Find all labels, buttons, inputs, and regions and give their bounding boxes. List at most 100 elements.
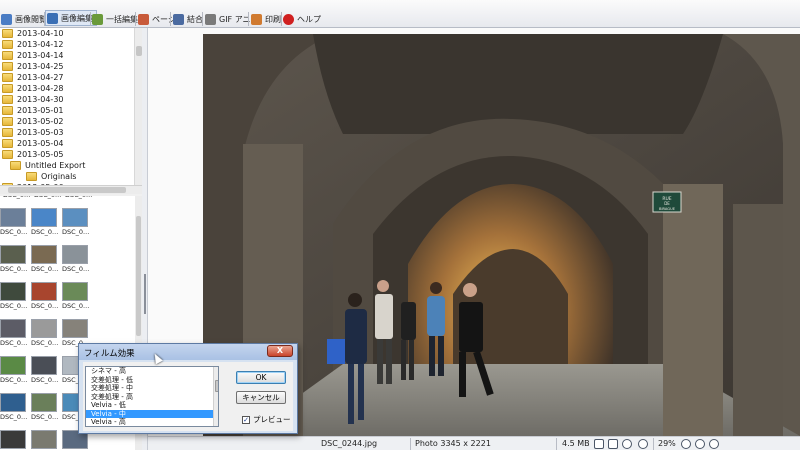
scrollbar-thumb[interactable] xyxy=(215,380,218,392)
effect-option[interactable]: シネマ - 高 xyxy=(86,367,218,376)
info-icon[interactable] xyxy=(709,439,719,449)
thumbnail-image xyxy=(31,319,57,338)
thumbnail-caption: DSC_0... xyxy=(31,339,59,347)
tab-browse[interactable]: 画像閲覧 xyxy=(0,11,50,27)
preview-checkbox[interactable]: ✓ xyxy=(242,415,250,424)
thumbnail-caption: DSC_0... xyxy=(0,228,28,236)
thumbnail-image xyxy=(0,430,26,449)
preview-option[interactable]: ✓ プレビュー xyxy=(242,414,291,425)
thumbnail-item[interactable]: DSC_0... xyxy=(0,245,28,276)
tree-item-label: 2013-04-10 xyxy=(17,28,64,38)
ok-button[interactable]: OK xyxy=(236,371,286,384)
thumbnail-item[interactable]: DSC_0... xyxy=(0,430,28,450)
tree-horizontal-scrollbar[interactable] xyxy=(0,185,142,194)
effect-option[interactable]: Velvia - 高 xyxy=(86,418,218,426)
thumbnail-item[interactable]: DSC_0... xyxy=(0,208,28,239)
thumbnail-item[interactable]: DSC_0... xyxy=(0,319,28,350)
tab-print[interactable]: 印刷 xyxy=(250,11,284,27)
sign-text: DE xyxy=(664,201,670,206)
main-toolbar: 画像閲覧 画像編集 一括編集 ページ 結合 GIF アニメ 印刷 ヘルプ xyxy=(0,0,800,28)
help-icon xyxy=(283,13,294,25)
thumbnail-item[interactable]: DSC_0... xyxy=(0,393,28,424)
thumbnail-item[interactable]: DSC_0... xyxy=(31,430,59,450)
thumbnail-item[interactable]: DSC_0... xyxy=(62,245,90,276)
thumbnail-caption: DSC_0... xyxy=(31,302,59,310)
edit-image-icon xyxy=(47,12,58,24)
thumbnail-caption: DSC_0... xyxy=(0,413,28,421)
status-dimensions: Photo 3345 x 2221 xyxy=(415,439,491,448)
zoom-in-icon[interactable] xyxy=(681,439,691,449)
folder-tree: 2013-04-10 2013-04-12 2013-04-14 2013-04… xyxy=(0,28,135,185)
thumbnail-caption: DSC_0... xyxy=(34,196,62,199)
thumbnail-item[interactable]: DSC_0... xyxy=(62,208,90,239)
status-divider xyxy=(556,438,557,450)
fullscreen-icon[interactable] xyxy=(608,439,618,449)
zoom-fit-icon[interactable] xyxy=(638,439,648,449)
zoom-out-icon[interactable] xyxy=(695,439,705,449)
thumbnail-caption: DSC_0... xyxy=(62,265,90,273)
combine-icon xyxy=(173,13,184,25)
tab-browse-label: 画像閲覧 xyxy=(15,14,47,24)
thumbnail-item[interactable]: DSC_0... xyxy=(31,319,59,350)
tab-combine-label: 結合 xyxy=(187,14,203,24)
thumbnail-item[interactable]: DSC_0... xyxy=(0,282,28,313)
status-bar: DSC_0244.jpg Photo 3345 x 2221 4.5 MB 29… xyxy=(148,436,800,450)
thumbnail-image xyxy=(31,208,57,227)
zoom-actual-icon[interactable] xyxy=(622,439,632,449)
film-effect-dialog: フィルム効果 X シネマ - 高 交差処理 - 低 交差処理 - 中 交差処理 … xyxy=(78,343,298,434)
thumbnail-caption: DSC_0... xyxy=(62,302,90,310)
thumbnail-image xyxy=(31,282,57,301)
folder-icon xyxy=(2,127,13,137)
folder-icon xyxy=(2,72,13,82)
status-divider xyxy=(410,438,411,450)
status-divider xyxy=(653,438,654,450)
tab-help[interactable]: ヘルプ xyxy=(282,11,324,27)
tree-item-label: 2013-04-30 xyxy=(17,94,64,104)
close-icon: X xyxy=(276,346,284,355)
tree-item-label: 2013-04-27 xyxy=(17,72,64,82)
cancel-button[interactable]: キャンセル xyxy=(236,391,286,404)
effect-option[interactable]: 交差処理 - 高 xyxy=(86,393,218,402)
tab-combine[interactable]: 結合 xyxy=(172,11,206,27)
tree-item-label: Untitled Export xyxy=(25,160,86,170)
thumbnail-image xyxy=(31,356,57,375)
dialog-title: フィルム効果 xyxy=(84,349,135,359)
scrollbar-thumb[interactable] xyxy=(136,216,141,336)
tab-batch-edit[interactable]: 一括編集 xyxy=(91,11,141,27)
page-icon xyxy=(138,13,149,25)
tree-item-label: 2013-05-02 xyxy=(17,116,64,126)
thumbnail-image xyxy=(62,319,88,338)
thumbnail-item[interactable]: DSC_0... xyxy=(31,393,59,424)
tree-vertical-scrollbar[interactable] xyxy=(134,28,142,185)
thumbnail-item[interactable]: DSC_0... xyxy=(31,356,59,387)
folder-icon xyxy=(2,116,13,126)
effect-option[interactable]: 交差処理 - 低 xyxy=(86,376,218,385)
thumbnail-item[interactable]: DSC_0... xyxy=(31,208,59,239)
thumbnail-caption: DSC_0... xyxy=(0,302,28,310)
thumbnail-image xyxy=(0,245,26,264)
effect-option[interactable]: Velvia - 低 xyxy=(86,401,218,410)
dialog-title-bar[interactable]: フィルム効果 X xyxy=(79,344,297,360)
status-filename: DSC_0244.jpg xyxy=(321,439,378,448)
close-button[interactable]: X xyxy=(267,345,293,357)
thumbnail-caption: DSC_0... xyxy=(31,228,59,236)
tree-item-label: 2013-04-14 xyxy=(17,50,64,60)
effect-list-scrollbar[interactable] xyxy=(213,367,218,426)
thumbnail-item[interactable]: DSC_0... xyxy=(0,356,28,387)
folder-icon xyxy=(26,171,37,181)
tab-edit-image-label: 画像編集 xyxy=(61,13,93,23)
effect-list[interactable]: シネマ - 高 交差処理 - 低 交差処理 - 中 交差処理 - 高 Velvi… xyxy=(85,366,219,427)
tree-item-label: 2013-05-01 xyxy=(17,105,64,115)
effect-option[interactable]: 交差処理 - 中 xyxy=(86,384,218,393)
effect-option-selected[interactable]: Velvia - 中 xyxy=(86,409,218,418)
browse-icon xyxy=(1,13,12,25)
thumbnail-item[interactable]: DSC_0... xyxy=(31,245,59,276)
scrollbar-thumb[interactable] xyxy=(8,187,126,193)
thumbnail-image xyxy=(31,245,57,264)
tree-item-label: 2013-05-03 xyxy=(17,127,64,137)
fit-window-icon[interactable] xyxy=(594,439,604,449)
splitter-grip[interactable] xyxy=(144,274,146,314)
thumbnail-item[interactable]: DSC_0... xyxy=(62,282,90,313)
thumbnail-image xyxy=(31,430,57,449)
thumbnail-item[interactable]: DSC_0... xyxy=(31,282,59,313)
